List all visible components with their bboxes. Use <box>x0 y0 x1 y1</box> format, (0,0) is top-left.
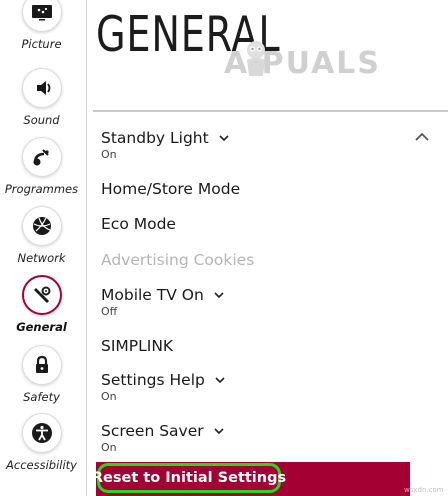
menu-item-standby-light[interactable]: Standby Light On <box>101 128 229 161</box>
chevron-up-icon[interactable] <box>414 131 430 143</box>
menu-item-value: On <box>101 390 117 403</box>
menu-item-settings-help[interactable]: Settings Help On <box>101 370 225 403</box>
menu-item-label: Screen Saver <box>101 422 204 440</box>
chevron-down-icon <box>215 377 225 384</box>
menu-item-mobile-tv-on[interactable]: Mobile TV On Off <box>101 285 224 318</box>
menu-item-home-store-mode[interactable]: Home/Store Mode <box>101 179 240 198</box>
menu-item-value: Off <box>101 305 118 318</box>
menu-item-simplink[interactable]: SIMPLINK <box>101 336 173 355</box>
menu-item-value: On <box>101 148 117 161</box>
chevron-down-icon <box>214 428 224 435</box>
menu-item-label: Mobile TV On <box>101 286 204 304</box>
menu-item-value: On <box>101 441 117 454</box>
reset-button-label: Reset to Initial Settings <box>91 470 287 486</box>
menu-item-advertising-cookies: Advertising Cookies <box>101 250 254 269</box>
menu-item-screen-saver[interactable]: Screen Saver On <box>101 421 224 454</box>
menu-item-label: SIMPLINK <box>101 337 174 355</box>
menu-item-label: Advertising Cookies <box>101 251 255 269</box>
menu-item-label: Settings Help <box>101 371 205 389</box>
menu-item-label: Standby Light <box>101 129 209 147</box>
menu-item-label: Home/Store Mode <box>101 180 241 198</box>
menu-item-label: Eco Mode <box>101 215 176 233</box>
chevron-down-icon <box>219 135 229 142</box>
general-settings-menu: Standby Light On Home/Store Mode Eco Mod… <box>0 0 448 496</box>
credit-text: wsxdn.com <box>404 486 444 494</box>
chevron-down-icon <box>214 292 224 299</box>
reset-to-initial-settings-button[interactable]: Reset to Initial Settings <box>92 463 286 493</box>
menu-item-eco-mode[interactable]: Eco Mode <box>101 214 176 233</box>
